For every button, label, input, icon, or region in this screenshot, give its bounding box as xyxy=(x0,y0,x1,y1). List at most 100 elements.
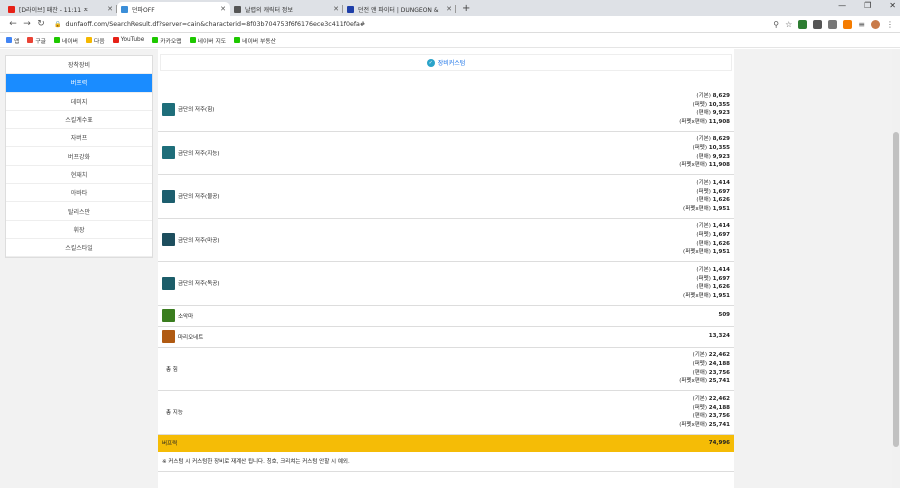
bookmark-item[interactable]: 네이버 지도 xyxy=(189,36,226,45)
search-icon[interactable]: ⚲ xyxy=(773,20,779,29)
table-row: 금단의 저주(힘) (기본) 8,629 (퍼펫) 10,355 (편애) 9,923… xyxy=(158,88,734,132)
check-shield-icon: ✓ xyxy=(426,58,435,67)
sidebar-item[interactable]: 버프강화 xyxy=(6,147,152,166)
value-number: 1,414 xyxy=(712,223,730,230)
main-panel: ✓ 장비커스텀 금단의 저주(힘) (기본) 8,629 (퍼펫) 10,355 (편… xyxy=(158,49,734,488)
tab-close-icon[interactable]: ✕ xyxy=(446,5,452,13)
menu-list-icon[interactable]: ≡ xyxy=(858,20,865,29)
value-kind: (편애) xyxy=(692,413,708,420)
value-line: (퍼펫x편애) 1,951 xyxy=(683,248,730,257)
sidebar-item[interactable]: 현재치 xyxy=(6,166,152,185)
bookmark-item[interactable]: 네이버 부동산 xyxy=(234,36,276,45)
extension-icon[interactable] xyxy=(813,19,823,29)
value-kind: (편애) xyxy=(696,153,711,160)
value-kind: (퍼펫) xyxy=(696,188,711,195)
extension-icon[interactable] xyxy=(843,19,853,29)
back-icon[interactable]: ← xyxy=(6,19,20,29)
bookmark-item[interactable]: 구글 xyxy=(27,36,46,45)
sidebar-item[interactable]: 장착장비 xyxy=(6,56,152,75)
sidebar-item[interactable]: 스킬계수표 xyxy=(6,111,152,130)
bookmark-item[interactable]: 다음 xyxy=(86,36,105,45)
value-number: 8,629 xyxy=(712,136,730,143)
tab-strip: [D라이브] 패잔 - 11:11 ㅈ ✕ 던파OFF ✕ 날렵의 캐릭터 정보 ✕ 던전 … xyxy=(0,0,900,16)
bookmark-label: 네이버 부동산 xyxy=(242,38,276,45)
value-line: (편애) 23,756 xyxy=(679,412,730,421)
bookmark-icon xyxy=(112,37,119,43)
skill-icon xyxy=(162,309,175,322)
scrollbar-thumb[interactable] xyxy=(893,132,899,447)
table-row: 금단의 저주(물공) (기본) 1,414 (퍼펫) 1,697 (편애) 1,626… xyxy=(158,175,734,219)
browser-tab[interactable]: 날렵의 캐릭터 정보 ✕ xyxy=(230,2,343,16)
custom-note: ※ 커스텀 시 커스텀한 장비로 재계산 됩니다. 칭호, 크리쳐는 커스텀 안… xyxy=(158,452,734,472)
tab-favicon-icon xyxy=(234,5,241,13)
row-name: 마리오네트 xyxy=(178,334,204,341)
skill-icon xyxy=(162,189,175,203)
bookmark-icon xyxy=(54,37,61,43)
value-kind: (편애) xyxy=(696,197,711,204)
bookmark-icon xyxy=(6,37,12,43)
row-label: 소악마 xyxy=(162,309,193,322)
value-line: (퍼펫) 24,188 xyxy=(679,360,730,369)
sidebar-item[interactable]: 스킬스타일 xyxy=(6,239,152,258)
avatar[interactable] xyxy=(871,19,880,29)
value-number: 22,462 xyxy=(708,352,730,359)
sidebar-item[interactable]: 버프력 xyxy=(6,74,152,93)
sidebar-item[interactable]: 아바타 xyxy=(6,184,152,203)
more-icon[interactable]: ⋮ xyxy=(886,20,894,29)
tab-title: 날렵의 캐릭터 정보 xyxy=(245,6,293,14)
extension-icon[interactable] xyxy=(798,19,808,29)
value-number: 24,188 xyxy=(708,361,730,368)
browser-tab[interactable]: 던전 앤 파이터 | DUNGEON & ✕ xyxy=(343,2,456,16)
url-field[interactable]: 🔒 dunfaoff.com/SearchResult.df?server=ca… xyxy=(54,21,773,28)
bookmark-item[interactable]: 네이버 xyxy=(54,36,78,45)
summary-value: 74,996 xyxy=(708,440,730,446)
value-kind: (퍼펫) xyxy=(692,404,708,411)
browser-tab[interactable]: 던파OFF ✕ xyxy=(117,2,230,16)
value-number: 9,923 xyxy=(712,153,730,160)
value-line: (퍼펫x편애) 25,741 xyxy=(679,421,730,430)
maximize-icon[interactable]: ❐ xyxy=(864,1,871,10)
value-line: 13,324 xyxy=(709,332,730,341)
row-values: (기본) 1,414 (퍼펫) 1,697 (편애) 1,626 (퍼펫x편애) 1,… xyxy=(683,266,730,301)
minimize-icon[interactable]: — xyxy=(838,1,846,10)
scrollbar[interactable] xyxy=(892,49,900,488)
reload-icon[interactable]: ↻ xyxy=(34,19,48,29)
extension-icon[interactable] xyxy=(828,19,838,29)
sidebar-item[interactable]: 데미지 xyxy=(6,93,152,111)
sidebar-item[interactable]: 자버프 xyxy=(6,129,152,148)
bookmark-item[interactable]: 앱 xyxy=(6,36,19,45)
row-name: 금단의 저주(마공) xyxy=(178,237,220,244)
new-tab-button[interactable]: + xyxy=(456,2,476,16)
tab-title: [D라이브] 패잔 - 11:11 ㅈ xyxy=(19,6,89,14)
value-line: (퍼펫x편애) 11,908 xyxy=(679,161,730,170)
tab-close-icon[interactable]: ✕ xyxy=(220,5,226,13)
tab-close-icon[interactable]: ✕ xyxy=(107,5,113,13)
value-number: 10,355 xyxy=(708,145,730,152)
bookmarks-bar: 앱 구글 네이버 다음 YouTube 카카오맵 네이버 지도 네이버 부동산 xyxy=(0,33,900,48)
row-label: 금단의 저주(독공) xyxy=(162,276,219,290)
equipment-custom-button[interactable]: ✓ 장비커스텀 xyxy=(160,54,732,71)
table-row: 금단의 저주(마공) (기본) 1,414 (퍼펫) 1,697 (편애) 1,626… xyxy=(158,218,734,262)
tab-close-icon[interactable]: ✕ xyxy=(333,5,339,13)
value-kind: (퍼펫) xyxy=(696,275,711,282)
value-line: (퍼펫) 1,697 xyxy=(683,188,730,197)
summary-row: 버프력 74,996 xyxy=(158,434,734,452)
sidebar-item[interactable]: 탈리스만 xyxy=(6,202,152,221)
browser-tab[interactable]: [D라이브] 패잔 - 11:11 ㅈ ✕ xyxy=(4,2,117,16)
bookmark-label: 앱 xyxy=(14,38,20,45)
tab-favicon-icon xyxy=(347,5,354,13)
table-row: 금단의 저주(독공) (기본) 1,414 (퍼펫) 1,697 (편애) 1,626… xyxy=(158,262,734,306)
forward-icon[interactable]: → xyxy=(20,19,34,29)
value-kind: (편애) xyxy=(696,284,711,291)
row-values: (기본) 1,414 (퍼펫) 1,697 (편애) 1,626 (퍼펫x편애) 1,… xyxy=(683,222,730,257)
window-controls: — ❐ ✕ xyxy=(838,1,896,10)
row-values: (기본) 8,629 (퍼펫) 10,355 (편애) 9,923 (퍼펫x편애) 1… xyxy=(679,135,730,170)
value-line: (기본) 1,414 xyxy=(683,266,730,275)
bookmark-item[interactable]: YouTube xyxy=(112,37,144,43)
value-number: 10,355 xyxy=(708,101,730,108)
bookmark-item[interactable]: 카카오맵 xyxy=(152,36,182,45)
value-line: (편애) 1,626 xyxy=(683,283,730,292)
close-window-icon[interactable]: ✕ xyxy=(889,1,896,10)
sidebar-item[interactable]: 휘장 xyxy=(6,221,152,239)
star-icon[interactable]: ☆ xyxy=(785,20,792,29)
